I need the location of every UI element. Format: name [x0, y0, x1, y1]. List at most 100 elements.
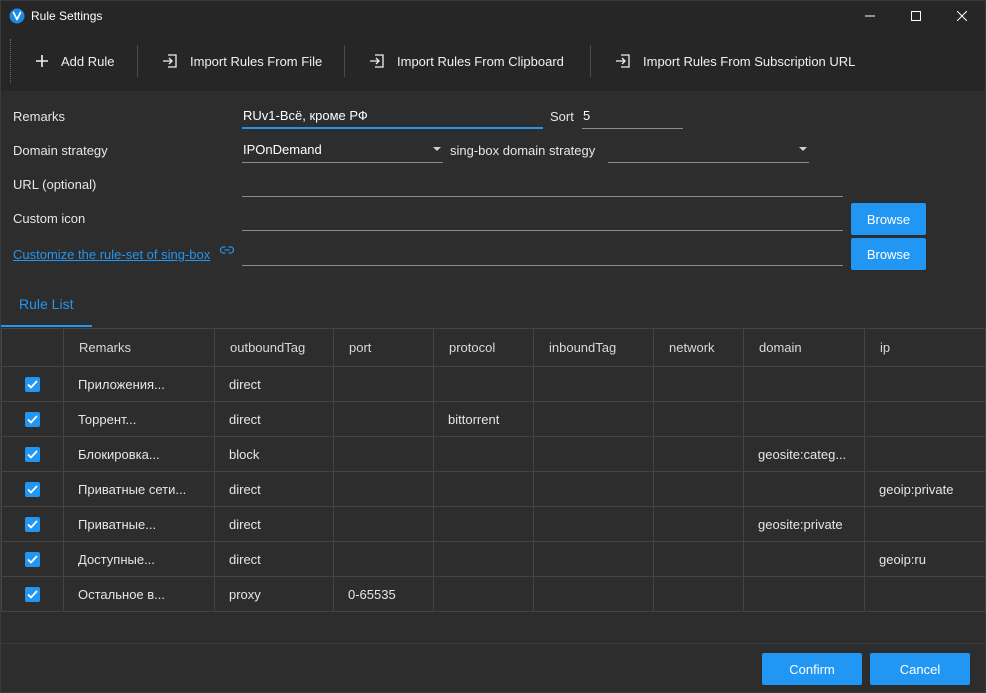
url-input[interactable] — [242, 171, 843, 197]
close-button[interactable] — [939, 1, 985, 31]
column-header-ip[interactable]: ip — [864, 328, 986, 367]
checkbox-checked-icon[interactable] — [25, 516, 40, 532]
v-logo-icon — [9, 8, 25, 24]
cell-ip: geoip:private — [864, 471, 986, 507]
add-rule-button[interactable]: Add Rule — [35, 45, 114, 77]
cell-domain — [743, 401, 865, 437]
add-rule-label: Add Rule — [61, 53, 115, 69]
toolbar-separator — [344, 45, 345, 77]
import-file-label: Import Rules From File — [190, 53, 323, 69]
cell-protocol — [433, 436, 534, 472]
tab-rule-list-label: Rule List — [19, 296, 74, 312]
maximize-button[interactable] — [893, 1, 939, 31]
table-row[interactable]: Приложения... direct — [1, 366, 986, 402]
column-header-inboundtag[interactable]: inboundTag — [533, 328, 654, 367]
checkbox-checked-icon[interactable] — [25, 446, 40, 462]
domain-strategy-label: Domain strategy — [13, 143, 108, 158]
cell-remarks: Остальное в... — [63, 576, 215, 612]
cell-inboundtag — [533, 541, 654, 577]
import-clipboard-button[interactable]: Import Rules From Clipboard — [369, 45, 564, 77]
toolbar: Add Rule Import Rules From File Import R… — [1, 31, 985, 91]
domain-strategy-select[interactable]: IPOnDemand — [242, 137, 443, 163]
cell-port: 0-65535 — [333, 576, 434, 612]
window-title: Rule Settings — [31, 9, 103, 23]
column-header-port[interactable]: port — [333, 328, 434, 367]
table-row[interactable]: Приватные... direct geosite:private — [1, 506, 986, 542]
checkbox-checked-icon[interactable] — [25, 586, 40, 602]
cell-ip — [864, 506, 986, 542]
browse-icon-button[interactable]: Browse — [851, 203, 926, 235]
import-subscription-label: Import Rules From Subscription URL — [643, 53, 856, 69]
row-checkbox-cell[interactable] — [1, 366, 64, 402]
table-header-row: Remarks outboundTag port protocol inboun… — [1, 328, 986, 367]
row-checkbox-cell[interactable] — [1, 576, 64, 612]
cell-protocol — [433, 541, 534, 577]
table-row[interactable]: Остальное в... proxy 0-65535 — [1, 576, 986, 612]
cell-ip — [864, 436, 986, 472]
table-row[interactable]: Доступные... direct geoip:ru — [1, 541, 986, 577]
checkbox-checked-icon[interactable] — [25, 376, 40, 392]
cell-remarks: Блокировка... — [63, 436, 215, 472]
browse-ruleset-button[interactable]: Browse — [851, 238, 926, 270]
checkbox-checked-icon[interactable] — [25, 481, 40, 497]
column-header-outboundtag[interactable]: outboundTag — [214, 328, 334, 367]
toolbar-separator — [137, 45, 138, 77]
checkbox-checked-icon[interactable] — [25, 411, 40, 427]
cancel-button[interactable]: Cancel — [870, 653, 970, 685]
singbox-strategy-select[interactable] — [608, 137, 809, 163]
cell-protocol: bittorrent — [433, 401, 534, 437]
ruleset-input[interactable] — [242, 240, 843, 266]
row-checkbox-cell[interactable] — [1, 541, 64, 577]
cell-network — [653, 576, 744, 612]
maximize-icon — [911, 11, 921, 21]
link-icon — [220, 246, 234, 254]
tab-rule-list[interactable]: Rule List — [1, 292, 92, 328]
column-header-protocol[interactable]: protocol — [433, 328, 534, 367]
import-icon — [163, 54, 177, 68]
table-row[interactable]: Торрент... direct bittorrent — [1, 401, 986, 437]
cell-protocol — [433, 366, 534, 402]
plus-icon — [36, 55, 48, 67]
cell-domain — [743, 541, 865, 577]
toolbar-grip[interactable] — [10, 39, 12, 83]
import-clipboard-label: Import Rules From Clipboard — [397, 53, 564, 69]
cell-outboundtag: proxy — [214, 576, 334, 612]
remarks-input[interactable]: RUv1-Всё, кроме РФ — [242, 103, 543, 129]
cell-ip — [864, 576, 986, 612]
row-checkbox-cell[interactable] — [1, 436, 64, 472]
cell-ip — [864, 401, 986, 437]
rule-settings-window: Rule Settings Add Rule Import Rules From… — [0, 0, 986, 693]
row-checkbox-cell[interactable] — [1, 506, 64, 542]
minimize-button[interactable] — [847, 1, 893, 31]
cell-port — [333, 401, 434, 437]
cell-outboundtag: direct — [214, 541, 334, 577]
cell-inboundtag — [533, 366, 654, 402]
confirm-button[interactable]: Confirm — [762, 653, 862, 685]
column-header-domain[interactable]: domain — [743, 328, 865, 367]
cell-inboundtag — [533, 401, 654, 437]
import-icon — [370, 54, 384, 68]
column-header-network[interactable]: network — [653, 328, 744, 367]
cell-domain: geosite:private — [743, 506, 865, 542]
column-header-remarks[interactable]: Remarks — [63, 328, 215, 367]
remarks-value: RUv1-Всё, кроме РФ — [243, 108, 368, 123]
cell-port — [333, 366, 434, 402]
import-file-button[interactable]: Import Rules From File — [162, 45, 322, 77]
tab-active-indicator — [1, 325, 92, 327]
import-subscription-button[interactable]: Import Rules From Subscription URL — [615, 45, 855, 77]
checkbox-checked-icon[interactable] — [25, 551, 40, 567]
row-checkbox-cell[interactable] — [1, 471, 64, 507]
custom-icon-input[interactable] — [242, 205, 843, 231]
table-row[interactable]: Блокировка... block geosite:categ... — [1, 436, 986, 472]
table-row[interactable]: Приватные сети... direct geoip:private — [1, 471, 986, 507]
custom-icon-label: Custom icon — [13, 211, 86, 226]
cell-remarks: Торрент... — [63, 401, 215, 437]
cell-port — [333, 471, 434, 507]
ruleset-link[interactable]: Customize the rule-set of sing-box — [13, 247, 210, 262]
title-bar: Rule Settings — [1, 1, 985, 31]
row-checkbox-cell[interactable] — [1, 401, 64, 437]
cell-network — [653, 436, 744, 472]
column-header-select[interactable] — [1, 328, 64, 367]
sort-input[interactable]: 5 — [582, 103, 683, 129]
cell-protocol — [433, 471, 534, 507]
